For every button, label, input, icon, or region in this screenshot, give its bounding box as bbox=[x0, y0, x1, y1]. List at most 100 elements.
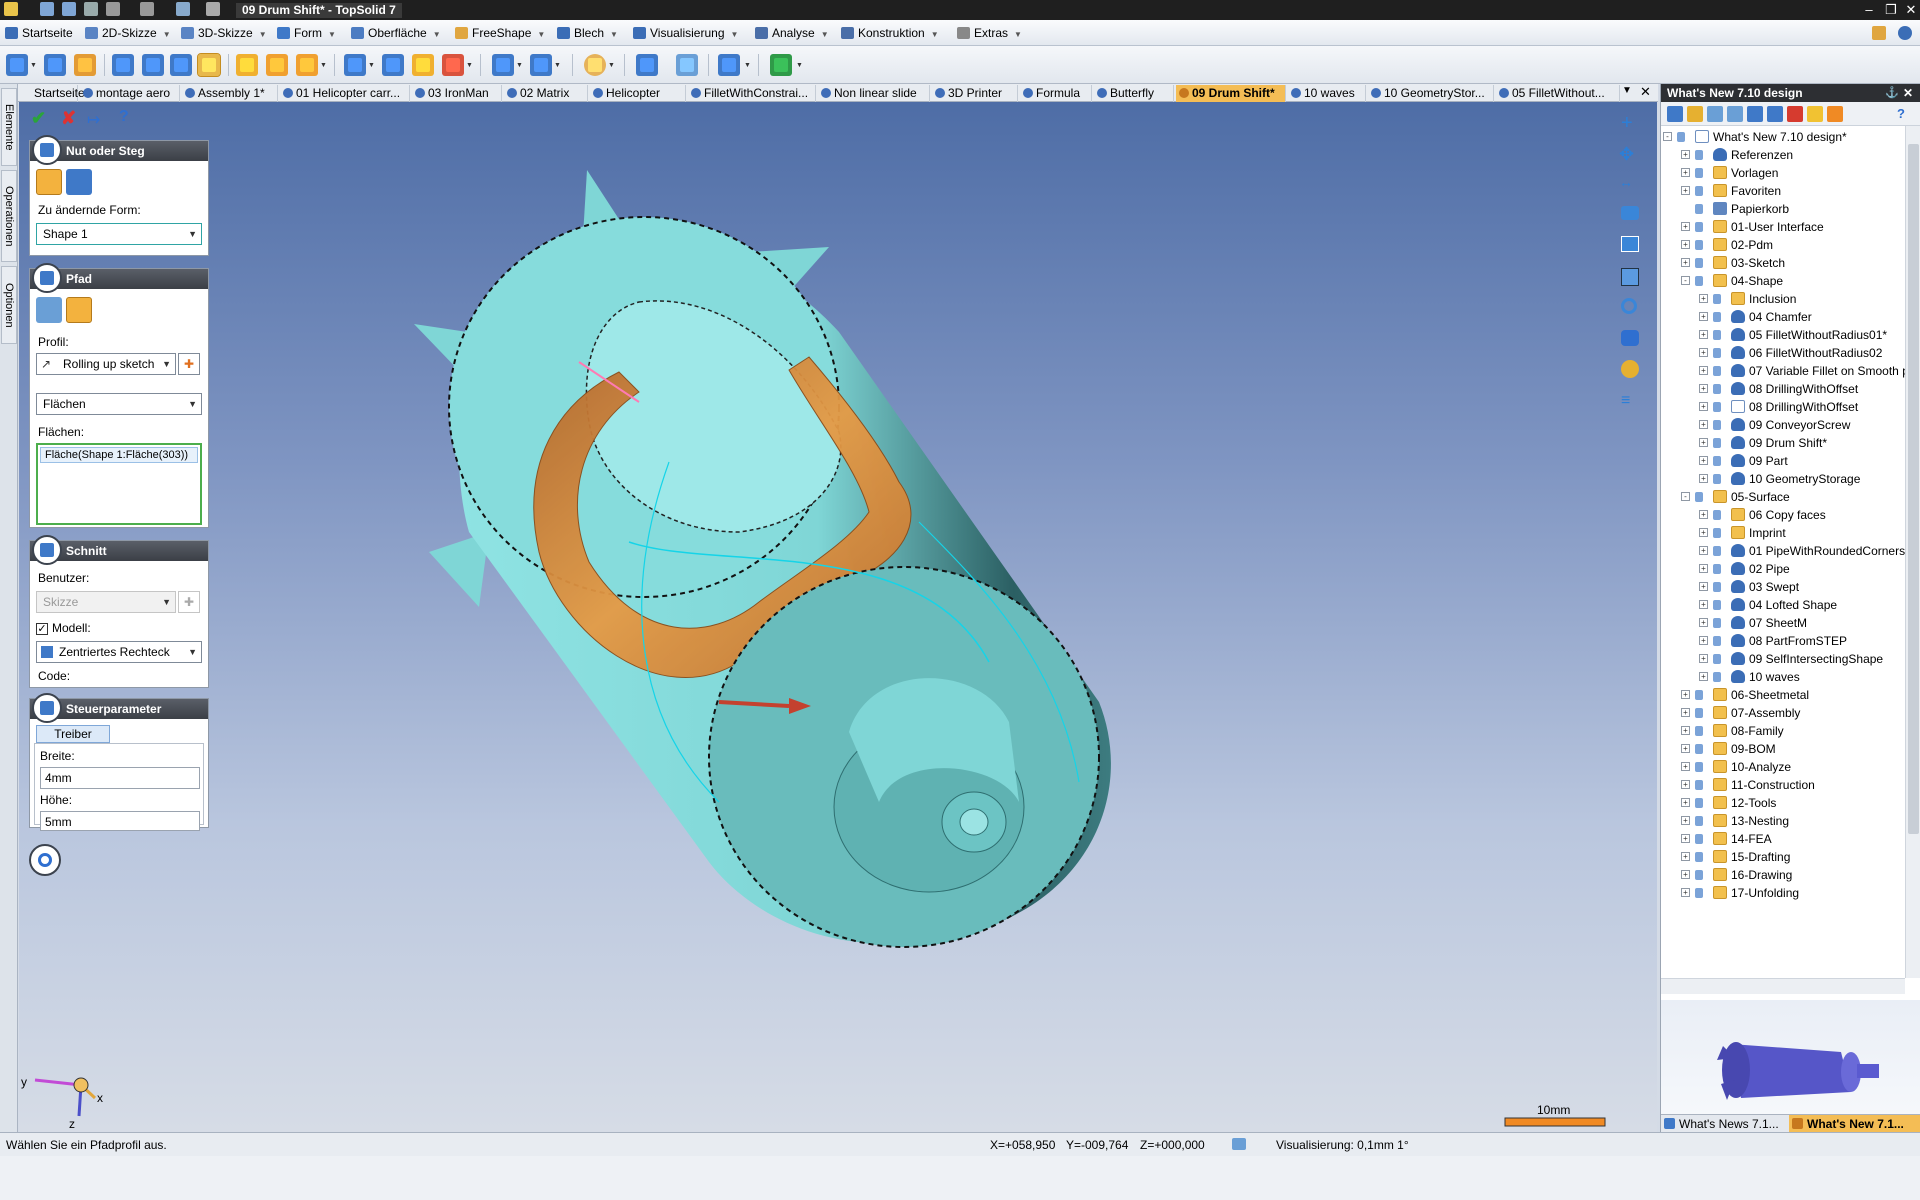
tab-whats-news[interactable]: What's News 7.1... bbox=[1661, 1115, 1787, 1133]
expand-icon[interactable]: + bbox=[1699, 366, 1708, 375]
render-icon[interactable] bbox=[1621, 360, 1639, 378]
filter-icon[interactable] bbox=[1707, 106, 1723, 122]
form-select[interactable]: Shape 1 ▼ bbox=[36, 223, 202, 245]
tree-item[interactable]: +08-Family bbox=[1681, 722, 1784, 740]
chevron-down-icon[interactable]: ▼ bbox=[368, 62, 375, 69]
hub-hole[interactable] bbox=[959, 808, 989, 836]
tree-view-icon[interactable] bbox=[1667, 106, 1683, 122]
visualization-icon[interactable] bbox=[1232, 1138, 1246, 1150]
expand-icon[interactable]: + bbox=[1681, 150, 1690, 159]
collapse-icon[interactable]: - bbox=[1681, 276, 1690, 285]
expand-icon[interactable]: + bbox=[1699, 672, 1708, 681]
tree-item[interactable]: - 05-Surface bbox=[1681, 488, 1790, 506]
curve-mode-button[interactable] bbox=[36, 297, 62, 323]
modell-select[interactable]: Zentriertes Rechteck ▼ bbox=[36, 641, 202, 663]
doc-tab[interactable]: montage aero bbox=[80, 85, 180, 102]
list-item[interactable]: Fläche(Shape 1:Fläche(303)) bbox=[40, 447, 198, 463]
refresh-icon[interactable] bbox=[206, 2, 220, 16]
folder-icon[interactable] bbox=[1687, 106, 1703, 122]
print-icon[interactable] bbox=[84, 2, 98, 16]
doc-tab[interactable]: 10 GeometryStor... bbox=[1368, 85, 1494, 102]
groove-mode-button[interactable] bbox=[36, 169, 62, 195]
tab-elemente[interactable]: Elemente bbox=[1, 88, 17, 166]
3d-viewport[interactable]: y x z 10mm ✔ ✘ ↦ ? + ✥ ↔ ≡ Nut oder Steg… bbox=[19, 102, 1657, 1132]
tree-horizontal-scrollbar[interactable] bbox=[1661, 978, 1905, 994]
tree-item[interactable]: +03-Sketch bbox=[1681, 254, 1785, 272]
expand-icon[interactable]: + bbox=[1699, 528, 1708, 537]
tab-treiber[interactable]: Treiber bbox=[36, 725, 110, 743]
expand-icon[interactable]: + bbox=[1699, 312, 1708, 321]
expand-icon[interactable]: + bbox=[1699, 600, 1708, 609]
menu-analyse[interactable]: Analyse ▼ bbox=[752, 24, 833, 42]
fillet-icon[interactable] bbox=[236, 54, 258, 76]
benutzer-select[interactable]: Skizze ▼ bbox=[36, 591, 176, 613]
doc-tab[interactable]: 01 Helicopter carr... bbox=[280, 85, 410, 102]
pan-icon[interactable]: ✥ bbox=[1619, 144, 1634, 165]
scroll-thumb[interactable] bbox=[1908, 144, 1919, 834]
chevron-down-icon[interactable]: ▼ bbox=[320, 62, 327, 69]
chamfer-icon[interactable] bbox=[266, 54, 288, 76]
tree-item[interactable]: +10 waves bbox=[1699, 668, 1800, 686]
tree-item[interactable]: - 04-Shape bbox=[1681, 272, 1783, 290]
doc-tab[interactable]: 03 IronMan bbox=[412, 85, 502, 102]
expand-icon[interactable]: + bbox=[1681, 798, 1690, 807]
minimize-button[interactable]: – bbox=[1858, 1, 1880, 18]
tree-item[interactable]: + Favoriten bbox=[1681, 182, 1781, 200]
ok-icon[interactable]: ✔ bbox=[31, 108, 46, 129]
expand-icon[interactable]: + bbox=[1681, 258, 1690, 267]
tree-item[interactable]: +06-Sheetmetal bbox=[1681, 686, 1809, 704]
tree-item[interactable]: Papierkorb bbox=[1695, 200, 1789, 218]
doc-tab-active[interactable]: 09 Drum Shift* bbox=[1176, 85, 1286, 102]
expand-icon[interactable]: + bbox=[1681, 888, 1690, 897]
face-icon[interactable] bbox=[412, 54, 434, 76]
shell-icon[interactable] bbox=[344, 54, 366, 76]
tree-item[interactable]: +11-Construction bbox=[1681, 776, 1815, 794]
menu-3d-skizze[interactable]: 3D-Skizze ▼ bbox=[178, 24, 271, 42]
expand-icon[interactable]: + bbox=[1681, 186, 1690, 195]
tree-item[interactable]: +16-Drawing bbox=[1681, 866, 1792, 884]
tree-item[interactable]: +12-Tools bbox=[1681, 794, 1776, 812]
tree-item[interactable]: +03 Swept bbox=[1699, 578, 1799, 596]
tree-item[interactable]: +15-Drafting bbox=[1681, 848, 1790, 866]
app-icon[interactable] bbox=[4, 2, 18, 16]
help-icon[interactable]: ? bbox=[119, 108, 129, 126]
layers-icon[interactable] bbox=[1747, 106, 1763, 122]
tree-item[interactable]: +07 SheetM bbox=[1699, 614, 1807, 632]
doc-tab[interactable]: 05 FilletWithout... bbox=[1496, 85, 1620, 102]
expand-icon[interactable]: + bbox=[1699, 546, 1708, 555]
expand-icon[interactable]: + bbox=[1681, 708, 1690, 717]
breite-input[interactable]: 4mm bbox=[40, 767, 200, 789]
modell-checkbox[interactable]: ✓ bbox=[36, 623, 48, 635]
menu-konstruktion[interactable]: Konstruktion ▼ bbox=[838, 24, 943, 42]
pattern-icon[interactable] bbox=[530, 54, 552, 76]
faces-mode-button[interactable] bbox=[66, 297, 92, 323]
expand-icon[interactable]: + bbox=[1699, 420, 1708, 429]
boolean-icon[interactable] bbox=[492, 54, 514, 76]
expand-icon[interactable]: + bbox=[1699, 654, 1708, 663]
menu-extras[interactable]: Extras ▼ bbox=[954, 24, 1026, 42]
pick-icon[interactable]: ✚ bbox=[178, 353, 200, 375]
tree-item[interactable]: +04 Lofted Shape bbox=[1699, 596, 1837, 614]
tree-item[interactable]: +08 DrillingWithOffset bbox=[1699, 380, 1858, 398]
faces-list[interactable]: Fläche(Shape 1:Fläche(303)) bbox=[36, 443, 202, 525]
expand-icon[interactable]: + bbox=[1681, 240, 1690, 249]
expand-icon[interactable]: + bbox=[1681, 780, 1690, 789]
chevron-down-icon[interactable]: ▼ bbox=[744, 62, 751, 69]
doc-tab[interactable]: Formula bbox=[1020, 85, 1092, 102]
expand-icon[interactable]: + bbox=[1681, 726, 1690, 735]
color-palette-icon[interactable] bbox=[584, 54, 606, 76]
tree-item[interactable]: +09 Drum Shift* bbox=[1699, 434, 1827, 452]
expand-icon[interactable]: + bbox=[1699, 384, 1708, 393]
tree-item[interactable]: +09-BOM bbox=[1681, 740, 1776, 758]
transform-icon[interactable] bbox=[718, 54, 740, 76]
tree-item[interactable]: +05 FilletWithoutRadius01* bbox=[1699, 326, 1887, 344]
expand-icon[interactable]: + bbox=[1699, 636, 1708, 645]
tree-item[interactable]: +14-FEA bbox=[1681, 830, 1772, 848]
pen-icon[interactable] bbox=[176, 2, 190, 16]
fit-icon[interactable]: ↔ bbox=[1619, 174, 1633, 190]
tree-item[interactable]: +17-Unfolding bbox=[1681, 884, 1799, 902]
camera-icon[interactable] bbox=[1621, 206, 1639, 220]
chevron-down-icon[interactable]: ▼ bbox=[30, 62, 37, 69]
zoom-window-icon[interactable] bbox=[1621, 268, 1639, 286]
menu-oberflaeche[interactable]: Oberfläche ▼ bbox=[348, 24, 445, 42]
